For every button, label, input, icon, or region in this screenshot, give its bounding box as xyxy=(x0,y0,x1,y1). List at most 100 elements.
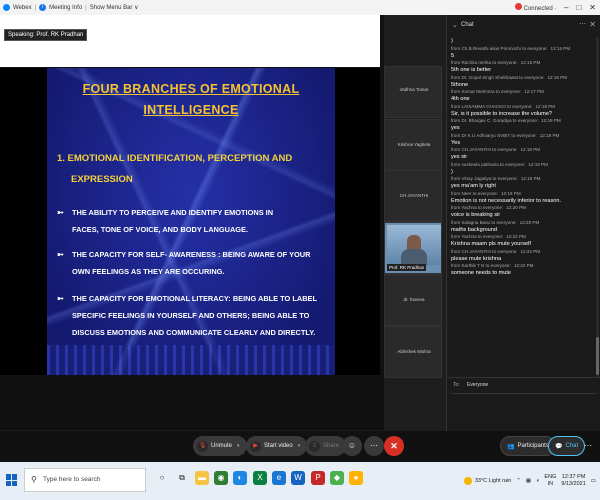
chrome-icon[interactable]: ◉ xyxy=(214,471,228,485)
reactions-button[interactable]: ☺ xyxy=(342,436,362,456)
chat-scrollbar[interactable] xyxy=(596,37,599,377)
chat-message-time: 12:19 PM xyxy=(500,190,521,196)
search-placeholder: Type here to search xyxy=(43,476,101,483)
more-icon: ⋯ xyxy=(370,441,378,450)
chat-icon: 💬 xyxy=(555,443,563,450)
windows-taskbar: ⚲ Type here to search ○ ⧉ ▬ ◉ ◐ X e W P … xyxy=(0,462,600,500)
participant-tile[interactable]: CH JAYANTHI xyxy=(384,170,442,222)
start-video-label: Start video xyxy=(264,443,293,449)
windows-start-icon[interactable] xyxy=(6,474,18,486)
chat-messages[interactable]: ) from Ch.B.Revathi alias Ponmozhi to eve… xyxy=(449,37,597,385)
chat-message-text: someone needs to mute xyxy=(451,270,512,276)
chat-recipient[interactable]: To: Everyone xyxy=(447,377,600,391)
connection-status[interactable]: Connected ∙ xyxy=(514,3,556,12)
edge-icon[interactable]: e xyxy=(272,471,286,485)
bullet-arrow-icon: ➳ xyxy=(57,294,64,303)
chat-message-sender: from CH JAYANTHI to everyone: xyxy=(451,248,518,254)
cortana-icon[interactable]: ○ xyxy=(155,471,169,485)
participant-name: CH JAYANTHI xyxy=(399,193,429,198)
chat-message-text: please mute krishna xyxy=(451,255,502,262)
network-icon[interactable]: ▦ xyxy=(526,478,531,484)
chat-message-time: 12:22 PM xyxy=(520,248,541,254)
chat-message-time: 12:18 PM xyxy=(539,132,560,138)
share-button[interactable]: ⇪ Share xyxy=(305,436,347,456)
close-window-button[interactable]: ✕ xyxy=(589,3,596,12)
slide-title-line-2: INTELLIGENCE xyxy=(143,103,239,117)
bullet-line: THE CAPACITY FOR SELF- AWARENESS : BEING… xyxy=(72,250,311,259)
close-chat-icon[interactable]: ✕ xyxy=(589,20,596,29)
chat-title: Chat xyxy=(461,22,474,28)
tray-chevron-icon[interactable]: ⌃ xyxy=(516,478,521,484)
chat-message-text: yes sir xyxy=(451,154,468,160)
chat-header: ⌄ Chat ⋯ ✕ xyxy=(447,15,600,35)
chat-input[interactable] xyxy=(451,393,597,423)
chat-message-sender: from Neer to everyone: xyxy=(451,190,498,196)
chat-message-text: 5thone xyxy=(451,81,469,88)
unmute-button[interactable]: 🎙 Unmute ▾ xyxy=(193,436,247,456)
chat-label: Chat xyxy=(565,443,579,449)
search-icon: ⚲ xyxy=(31,475,37,484)
chat-message-sender: from Karthik T N to everyone: xyxy=(451,263,511,268)
start-video-button[interactable]: ▶ Start video ▾ xyxy=(246,436,308,456)
more-options-icon[interactable]: ⋯ xyxy=(579,20,586,28)
weather-widget[interactable]: 33°C Light rain xyxy=(463,477,511,485)
minimize-button[interactable]: – xyxy=(564,3,568,12)
chat-message-sender: from Yachna to everyone: xyxy=(451,234,504,239)
participants-icon: 👥 xyxy=(507,443,515,450)
chat-message-time: 12:19 PM xyxy=(520,176,541,181)
info-icon[interactable]: i xyxy=(39,4,47,11)
app-icon[interactable]: ● xyxy=(349,471,363,485)
chat-message-text: yes ma'am ly right xyxy=(451,183,496,189)
participant-tile[interactable]: Krishna Yaghela xyxy=(384,119,442,171)
chat-message-time: 12:22 PM xyxy=(506,234,526,239)
chat-message-text: Emotion is not necessarily inferior to r… xyxy=(451,197,562,204)
excel-icon[interactable]: X xyxy=(253,471,267,485)
participant-tile[interactable]: Abhishek Mishra xyxy=(384,326,442,378)
clock[interactable]: 12:37 PM 9/13/2021 xyxy=(561,474,585,488)
connection-dot-icon xyxy=(514,3,522,10)
notifications-icon[interactable]: ▭ xyxy=(591,478,596,484)
word-icon[interactable]: W xyxy=(291,471,305,485)
language-indicator[interactable]: ENG IN xyxy=(544,474,556,488)
webex-taskbar-icon[interactable]: ◐ xyxy=(233,471,247,485)
chat-message-text: ) xyxy=(451,38,453,44)
system-tray: 33°C Light rain ⌃ ▦ ◖ ENG IN 12:37 PM 9/13… xyxy=(463,462,596,500)
powerpoint-icon[interactable]: P xyxy=(311,471,325,485)
bullet-arrow-icon: ➳ xyxy=(57,208,64,217)
more-options-button[interactable]: ⋯ xyxy=(364,436,384,456)
taskbar-search-input[interactable]: ⚲ Type here to search xyxy=(24,468,146,492)
video-off-icon: ▶ xyxy=(250,440,261,452)
app-icon[interactable]: ◆ xyxy=(330,471,344,485)
chat-message-text: Yes xyxy=(451,139,461,146)
language-region: IN xyxy=(547,481,554,487)
chat-recipient-select[interactable]: Everyone xyxy=(467,382,488,388)
chevron-down-icon[interactable]: ▾ xyxy=(237,443,240,449)
chat-message-text: maths background xyxy=(451,226,498,233)
bullet-line: THE CAPACITY FOR EMOTIONAL LITERACY: BEI… xyxy=(72,294,317,303)
collapse-chevron-icon[interactable]: ⌄ xyxy=(452,21,458,29)
chevron-down-icon[interactable]: ▾ xyxy=(298,443,301,449)
scrollbar-thumb[interactable] xyxy=(596,337,599,375)
chat-message-text: 4th one xyxy=(451,96,470,102)
participant-tile[interactable]: Vadhna Tomar xyxy=(384,66,442,118)
chat-message-sender: from Dr. Gopal Singh Shekhawat to everyo… xyxy=(451,74,545,80)
more-panels-button[interactable]: ⋯ xyxy=(580,436,596,456)
chat-message-time: 12:20 PM xyxy=(519,219,540,225)
participant-tile-video[interactable]: Prof. RK Pradhan xyxy=(384,222,442,274)
leave-meeting-button[interactable]: ✕ xyxy=(384,436,404,456)
meeting-controls: 🎙 Unmute ▾ ▶ Start video ▾ ⇪ Share ☺ ⋯ ✕… xyxy=(0,431,600,462)
file-explorer-icon[interactable]: ▬ xyxy=(195,471,209,485)
participant-tile[interactable]: dr. hseena xyxy=(384,274,442,326)
chat-message-sender: from Yachna to everyone: xyxy=(451,205,504,210)
meeting-info-link[interactable]: Meeting Info xyxy=(49,5,82,11)
chat-to-label: To: xyxy=(453,382,460,388)
smiley-icon: ☺ xyxy=(347,441,357,450)
chat-message-text: yes xyxy=(451,125,460,131)
more-icon: ⋯ xyxy=(584,441,592,450)
share-label: Share xyxy=(323,443,340,449)
task-view-icon[interactable]: ⧉ xyxy=(175,471,189,485)
show-menu-bar-link[interactable]: Show Menu Bar ∨ xyxy=(90,4,139,11)
maximize-button[interactable]: □ xyxy=(576,3,581,12)
chat-message-sender: from Sulagna Basu to everyone: xyxy=(451,219,517,225)
volume-icon[interactable]: ◖ xyxy=(536,478,539,484)
